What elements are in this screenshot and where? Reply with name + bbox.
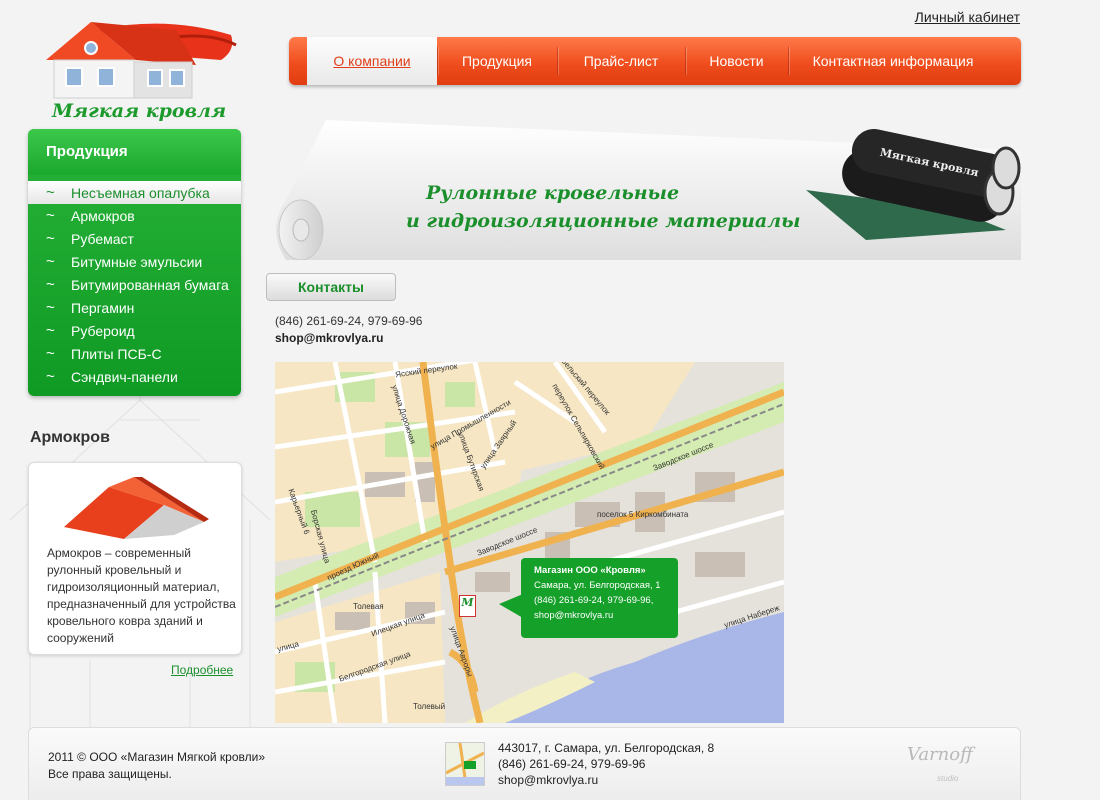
map-popup-title: Магазин ООО «Кровля» [534,565,646,576]
sidebar-item-psb-plates[interactable]: ~ Плиты ПСБ-С [28,342,241,365]
promo-card: Армокров – современный рулонный кровельн… [28,462,242,655]
sidebar-item-paper[interactable]: ~ Битумированная бумага [28,273,241,296]
sidebar-item-rubemast[interactable]: ~ Рубемаст [28,227,241,250]
sidebar-item-label: Рубероид [71,322,135,339]
tilde-icon: ~ [46,368,55,385]
sidebar-item-armokrov[interactable]: ~ Армокров [28,204,241,227]
sidebar-item-label: Армокров [71,207,135,224]
sidebar-item-sandwich[interactable]: ~ Сэндвич-панели [28,365,241,388]
contact-email[interactable]: shop@mkrovlya.ru [275,331,383,345]
tilde-icon: ~ [46,299,55,316]
sidebar-item-label: Рубемаст [71,230,134,247]
main-nav: О компании Продукция Прайс-лист Новости … [289,37,1021,85]
tilde-icon: ~ [46,253,55,270]
roof-image-icon [64,477,209,539]
map-marker-icon[interactable]: М [459,595,476,617]
products-menu: Продукция ~ Несъемная опалубка ~ Армокров … [28,129,241,396]
nav-item-news[interactable]: Новости [685,37,788,85]
map-label: Толевый [413,702,446,711]
tilde-icon: ~ [46,276,55,293]
nav-item-about[interactable]: О компании [307,37,437,85]
more-link[interactable]: Подробнее [171,663,233,677]
location-map[interactable]: Ясский переулок улица Дорожная улица Про… [275,362,784,723]
tilde-icon: ~ [46,345,55,362]
copyright-line: 2011 © ООО «Магазин Мягкой кровли» [48,750,265,764]
nav-item-price-list[interactable]: Прайс-лист [557,37,685,85]
products-menu-title: Продукция [28,129,241,175]
contacts-tab[interactable]: Контакты [266,273,396,301]
footer-contacts: 443017, г. Самара, ул. Белгородская, 8 (… [498,740,714,788]
site-logo[interactable]: Мягкая кровля [36,10,246,125]
tilde-icon: ~ [46,207,55,224]
sidebar-item-label: Плиты ПСБ-С [71,345,162,362]
banner-headline-line2: и гидроизоляционные материалы [406,210,801,232]
tilde-icon: ~ [46,230,55,247]
sidebar-item-pergamin[interactable]: ~ Пергамин [28,296,241,319]
map-thumbnail-icon[interactable] [445,742,485,786]
map-popup-phone: (846) 261-69-24, 979-69-96, [534,595,654,606]
contact-phone: (846) 261-69-24, 979-69-96 [275,314,423,328]
account-link[interactable]: Личный кабинет [915,9,1020,25]
sidebar-item-emulsions[interactable]: ~ Битумные эмульсии [28,250,241,273]
footer-email[interactable]: shop@mkrovlya.ru [498,772,714,788]
map-popup-email: shop@mkrovlya.ru [534,610,614,621]
sidebar-item-ruberoid[interactable]: ~ Рубероид [28,319,241,342]
sidebar-item-label: Несъемная опалубка [71,184,210,201]
tilde-icon: ~ [46,322,55,339]
studio-sub-label: studio [937,774,959,783]
promo-heading: Армокров [30,429,110,446]
map-popup-address: Самара, ул. Белгородская, 1 [534,580,661,591]
house-logo-icon [46,22,237,99]
sidebar-item-label: Сэндвич-панели [71,368,178,385]
sidebar-item-label: Пергамин [71,299,135,316]
footer: 2011 © ООО «Магазин Мягкой кровли» Все п… [28,727,1021,800]
map-label: поселок 5 Киркомбината [597,510,689,519]
copyright: 2011 © ООО «Магазин Мягкой кровли» Все п… [48,749,265,783]
sidebar-item-label: Битумированная бумага [71,276,229,293]
brand-name: Мягкая кровля [52,100,227,122]
footer-phone: (846) 261-69-24, 979-69-96 [498,757,646,771]
sidebar-item-label: Битумные эмульсии [71,253,203,270]
studio-logo[interactable]: Varnoff [907,744,973,765]
rights-line: Все права защищены. [48,767,172,781]
map-popup: Магазин ООО «Кровля» Самара, ул. Белгоро… [499,558,678,638]
footer-address: 443017, г. Самара, ул. Белгородская, 8 [498,741,715,755]
promo-text: Армокров – современный рулонный кровельн… [47,546,236,645]
nav-item-contacts[interactable]: Контактная информация [788,37,998,85]
tilde-icon: ~ [46,184,55,201]
hero-banner: Рулонные кровельные и гидроизоляционные … [266,120,1021,261]
nav-item-products[interactable]: Продукция [437,37,557,85]
banner-headline-line1: Рулонные кровельные [426,182,680,204]
map-label: Толевая [353,602,384,611]
sidebar-item-formwork[interactable]: ~ Несъемная опалубка [28,181,241,204]
